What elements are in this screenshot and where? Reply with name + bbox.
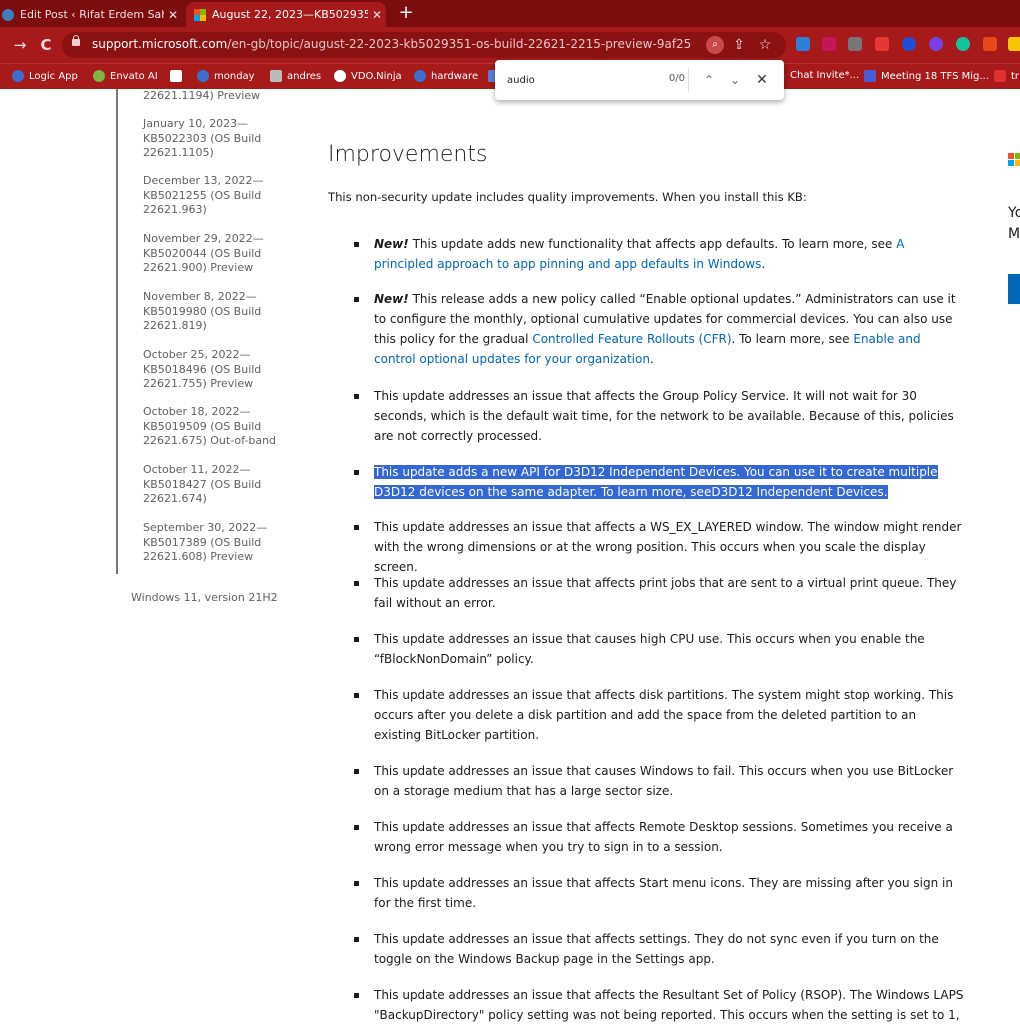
- lock-icon: [72, 35, 80, 46]
- nav-item-kb5022303[interactable]: January 10, 2023—KB5022303 (OS Build 226…: [143, 117, 283, 161]
- notion-icon: [170, 70, 182, 82]
- tab-edit-post[interactable]: Edit Post ‹ Rifat Erdem Sahin — W ✕: [0, 2, 182, 27]
- extension-icon[interactable]: [796, 37, 810, 51]
- link-d3d12[interactable]: D3D12 Independent Devices: [711, 485, 883, 499]
- right-rail-text: Yo: [1008, 205, 1020, 221]
- find-input[interactable]: [505, 70, 649, 90]
- extension-icon[interactable]: [822, 37, 836, 51]
- bookmark-hardware[interactable]: hardware: [414, 70, 478, 82]
- nav-item-kb5020044[interactable]: November 29, 2022—KB5020044 (OS Build 22…: [143, 232, 283, 276]
- microsoft-logo-icon: [1008, 153, 1020, 167]
- nav-item-kb5019980[interactable]: November 8, 2022—KB5019980 (OS Build 226…: [143, 290, 283, 334]
- vdo-ninja-icon: [334, 70, 346, 82]
- forward-arrow-icon[interactable]: →: [10, 35, 30, 55]
- list-item: This update addresses an issue that affe…: [354, 517, 964, 577]
- side-navigation: 22621.1194) Preview January 10, 2023—KB5…: [0, 89, 300, 1023]
- extension-icon[interactable]: [929, 37, 943, 51]
- tab-title: Edit Post ‹ Rifat Erdem Sahin — W: [20, 8, 164, 21]
- wordpress-icon: [197, 70, 209, 82]
- bookmark-meeting[interactable]: Meeting 18 TFS Mig...: [864, 70, 989, 82]
- share-icon[interactable]: ⇪: [730, 36, 748, 54]
- list-item-selected: This update adds a new API for D3D12 Ind…: [354, 462, 964, 502]
- chevron-down-icon[interactable]: ⌄: [725, 70, 745, 90]
- extension-icon[interactable]: [983, 37, 997, 51]
- url-text[interactable]: support.microsoft.com/en-gb/topic/august…: [92, 37, 692, 51]
- right-rail-button[interactable]: [1008, 274, 1020, 304]
- tab-kb-article[interactable]: August 22, 2023—KB5029351 (OS ✕: [186, 2, 386, 27]
- extension-icon[interactable]: [1008, 37, 1020, 51]
- tab-title: August 22, 2023—KB5029351 (OS: [212, 8, 368, 21]
- link-cfr[interactable]: Controlled Feature Rollouts (CFR): [532, 332, 731, 346]
- selected-text: This update adds a new API for D3D12 Ind…: [374, 465, 938, 499]
- divider: [688, 68, 689, 92]
- bookmark-tr[interactable]: tr: [994, 70, 1019, 82]
- list-item: This update addresses an issue that affe…: [354, 685, 964, 745]
- new-badge: New!: [374, 237, 409, 251]
- nav-item-kb5022360[interactable]: 22621.1194) Preview: [143, 89, 283, 104]
- nav-item-kb5018496[interactable]: October 25, 2022—KB5018496 (OS Build 226…: [143, 348, 283, 392]
- nav-item-kb5021255[interactable]: December 13, 2022—KB5021255 (OS Build 22…: [143, 174, 283, 218]
- find-in-page-icon[interactable]: ⌕: [706, 36, 724, 54]
- close-icon[interactable]: ✕: [164, 8, 182, 22]
- bookmark-chat-invite[interactable]: Chat Invite*...: [790, 70, 859, 81]
- address-bar[interactable]: support.microsoft.com/en-gb/topic/august…: [62, 32, 786, 58]
- nav-item-kb5017389[interactable]: September 30, 2022—KB5017389 (OS Build 2…: [143, 521, 283, 565]
- browser-toolbar: → C support.microsoft.com/en-gb/topic/au…: [0, 27, 1020, 63]
- list-item: New! This release adds a new policy call…: [354, 289, 964, 369]
- new-badge: New!: [374, 292, 409, 306]
- right-rail-text: M: [1008, 226, 1020, 242]
- wordpress-icon: [2, 8, 14, 21]
- bookmark-vdo-ninja[interactable]: VDO.Ninja: [334, 70, 402, 82]
- list-item: New! This update adds new functionality …: [354, 234, 964, 274]
- wordpress-icon: [12, 70, 24, 82]
- extension-icon[interactable]: [848, 37, 862, 51]
- bookmark-logic-app[interactable]: Logic App: [12, 70, 78, 82]
- wordpress-icon: [414, 70, 426, 82]
- chevron-up-icon[interactable]: ⌃: [699, 70, 719, 90]
- microsoft-icon: [194, 8, 206, 21]
- extension-icon[interactable]: [875, 37, 889, 51]
- list-item: This update addresses an issue that affe…: [354, 873, 964, 913]
- list-item: This update addresses an issue that affe…: [354, 386, 964, 446]
- list-item: This update addresses an issue that affe…: [354, 573, 964, 613]
- bookmark-monday[interactable]: monday: [197, 70, 255, 82]
- new-tab-button[interactable]: +: [396, 3, 416, 23]
- nav-item-kb5018427[interactable]: October 11, 2022—KB5018427 (OS Build 226…: [143, 463, 283, 507]
- envato-leaf-icon: [93, 70, 105, 82]
- close-icon[interactable]: ✕: [368, 8, 386, 22]
- nav-item-windows-11-21h2[interactable]: Windows 11, version 21H2: [131, 591, 278, 604]
- bookmark-envato-ai[interactable]: Envato AI: [93, 70, 158, 82]
- list-item: This update addresses an issue that affe…: [354, 817, 964, 857]
- bookmark-andres[interactable]: andres: [270, 70, 321, 82]
- teams-icon: [864, 70, 876, 82]
- tab-strip: Edit Post ‹ Rifat Erdem Sahin — W ✕ Augu…: [0, 0, 1020, 27]
- zoom-extension-icon[interactable]: [902, 37, 916, 51]
- intro-text: This non-security update includes qualit…: [328, 190, 807, 204]
- bookmark-star-icon[interactable]: ☆: [756, 36, 774, 54]
- find-bar: 0/0 ⌃ ⌄ ✕: [495, 60, 784, 100]
- grammarly-icon[interactable]: [956, 37, 970, 51]
- nav-item-kb5019509[interactable]: October 18, 2022—KB5019509 (OS Build 226…: [143, 405, 283, 449]
- bookmark-notion[interactable]: [170, 70, 187, 82]
- section-heading: Improvements: [328, 142, 488, 167]
- avatar-icon: [270, 70, 282, 82]
- list-item: This update addresses an issue that caus…: [354, 761, 964, 801]
- list-item: This update addresses an issue that affe…: [354, 929, 964, 969]
- find-match-count: 0/0: [668, 73, 685, 84]
- close-icon[interactable]: ✕: [752, 70, 772, 90]
- list-item: This update addresses an issue that affe…: [354, 985, 964, 1025]
- list-item: This update addresses an issue that caus…: [354, 629, 964, 669]
- reload-icon[interactable]: C: [36, 35, 56, 55]
- nav-rail: [116, 89, 118, 574]
- youtube-icon: [994, 70, 1006, 82]
